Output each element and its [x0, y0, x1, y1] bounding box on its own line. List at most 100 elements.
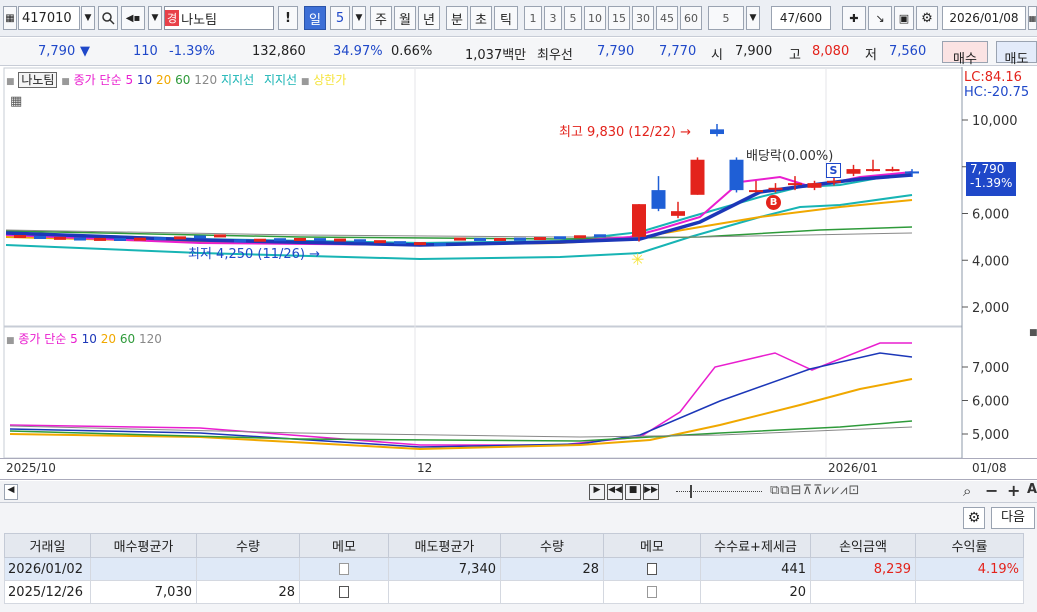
cell-buy-memo[interactable] — [299, 557, 389, 581]
period-5[interactable]: 5 — [564, 6, 582, 30]
cell-fee: 441 — [700, 557, 811, 581]
period-15[interactable]: 15 — [608, 6, 630, 30]
candle-body-small — [274, 238, 286, 242]
tab-tick[interactable]: 틱 — [494, 6, 518, 30]
cell-pnl: 8,239 — [810, 557, 916, 581]
candle-body-small — [34, 235, 46, 239]
period-select[interactable]: 5 — [708, 6, 744, 30]
sub-tick-label: 7,000 — [972, 361, 1009, 376]
table-toggle-icon[interactable]: ▦ — [10, 94, 22, 109]
code-dropdown-icon[interactable]: ▼ — [81, 6, 95, 30]
table-row[interactable]: 2026/01/02 7,340 28 441 8,239 4.19% — [4, 557, 1024, 581]
period-10[interactable]: 10 — [584, 6, 606, 30]
speed-slider[interactable] — [676, 491, 762, 492]
zoom-out-icon[interactable]: − — [985, 481, 998, 500]
save-icon[interactable]: ▣ — [894, 6, 914, 30]
table-settings-gear-icon[interactable]: ⚙ — [963, 507, 985, 529]
panel-close-icon[interactable]: ■ — [1029, 328, 1037, 338]
memo-icon[interactable] — [339, 563, 349, 575]
cell-sell-memo[interactable] — [603, 580, 701, 604]
candle-body — [866, 169, 880, 172]
sub-legend-ma-label: 종가 단순 — [18, 332, 67, 346]
date-input[interactable]: 2026/01/08 — [942, 6, 1026, 30]
current-price: 7,790 — [38, 44, 76, 59]
tab-weekly[interactable]: 주 — [370, 6, 392, 30]
scroll-left-icon[interactable]: ◀ — [4, 484, 18, 500]
daily-count[interactable]: 5 — [330, 6, 350, 30]
tab-yearly[interactable]: 년 — [418, 6, 440, 30]
candle-body — [846, 169, 861, 174]
sub-legend-ma5: 5 — [70, 332, 78, 346]
price-chart[interactable]: ✳ 10,0008,0006,0004,0002,0007,0006,0005,… — [0, 67, 1037, 462]
candle-count-input[interactable]: 47/600 — [771, 6, 831, 30]
crosshair-icon[interactable]: ✚ — [842, 6, 866, 30]
tab-monthly[interactable]: 월 — [394, 6, 416, 30]
candle-body-small — [134, 237, 146, 241]
zoom-in-icon[interactable]: + — [1007, 481, 1020, 500]
cell-buy-memo[interactable] — [299, 580, 389, 604]
period-45[interactable]: 45 — [656, 6, 678, 30]
search-icon[interactable] — [98, 6, 118, 30]
tab-daily[interactable]: 일 — [304, 6, 326, 30]
table-row[interactable]: 2025/12/26 7,030 28 20 — [4, 580, 1024, 604]
fast-forward-icon[interactable]: ▶▶ — [643, 484, 659, 500]
period-30[interactable]: 30 — [632, 6, 654, 30]
stock-code: 417010 — [22, 10, 72, 26]
legend-support-1: 지지선 — [220, 73, 255, 87]
candle-body-small — [314, 238, 326, 242]
col-buy-qty: 수량 — [196, 533, 300, 558]
calendar-icon[interactable]: ▦ — [1028, 6, 1037, 30]
rewind-icon[interactable]: ◀◀ — [607, 484, 623, 500]
memo-icon[interactable] — [339, 586, 349, 598]
sell-signal-icon[interactable]: S — [826, 163, 841, 178]
cell-sell-memo[interactable] — [603, 557, 701, 581]
candle-body — [827, 180, 841, 183]
daily-dropdown-icon[interactable]: ▼ — [352, 6, 366, 30]
cell-rate — [915, 580, 1024, 604]
drawing-tools[interactable]: ⧉⧉⊟⊼⊼⩗⩗⩘⊡ — [770, 483, 860, 498]
history-dropdown-icon[interactable]: ▼ — [148, 6, 162, 30]
cell-buy-qty: 28 — [196, 580, 300, 604]
sub-legend-ma10: 10 — [81, 332, 97, 346]
legend-support-2: 지지선 — [263, 73, 298, 87]
memo-icon[interactable] — [647, 586, 657, 598]
stock-code-input[interactable]: 417010 — [18, 6, 80, 30]
volume-ratio: 34.97% — [333, 44, 383, 59]
alert-button[interactable]: ! — [278, 6, 298, 30]
cell-sell-avg — [388, 580, 501, 604]
zoom-search-icon[interactable]: ⌕ — [963, 482, 971, 500]
memo-icon[interactable] — [647, 563, 657, 575]
trend-tool-icon[interactable]: ↘ — [868, 6, 892, 30]
open-price: 7,900 — [735, 44, 773, 59]
candle-body-small — [554, 236, 566, 240]
legend-stock-name[interactable]: 나노팀 — [18, 72, 58, 88]
candle-body-small — [414, 242, 426, 246]
last-price: 7,790 — [970, 162, 1005, 176]
auto-scale-icon[interactable]: A — [1027, 482, 1037, 497]
tab-second[interactable]: 초 — [470, 6, 492, 30]
star-marker-icon: ✳ — [631, 250, 644, 269]
buy-button[interactable]: 매수 — [942, 41, 988, 67]
prev-stock-icon[interactable]: ◀▪ — [121, 6, 145, 30]
speed-slider-handle[interactable] — [690, 485, 692, 498]
stop-icon[interactable]: ■ — [625, 484, 641, 500]
change-amount: 110 — [133, 44, 158, 59]
layout-icon[interactable]: ▦ — [3, 6, 17, 30]
stock-name-box[interactable]: 경 나노팀 — [164, 6, 274, 30]
legend-ma120: 120 — [194, 73, 218, 87]
period-dropdown-icon[interactable]: ▼ — [746, 6, 760, 30]
play-icon[interactable]: ▶ — [589, 484, 605, 500]
period-3[interactable]: 3 — [544, 6, 562, 30]
sell-button[interactable]: 매도 — [996, 41, 1037, 67]
period-60[interactable]: 60 — [680, 6, 702, 30]
next-button[interactable]: 다음 — [991, 507, 1035, 529]
candle-body — [729, 159, 744, 191]
period-1[interactable]: 1 — [524, 6, 542, 30]
gear-icon[interactable]: ⚙ — [916, 6, 938, 30]
tab-minute[interactable]: 분 — [446, 6, 468, 30]
buy-signal-icon[interactable]: B — [766, 195, 781, 210]
scrollbar-track[interactable] — [18, 489, 584, 495]
candle-body — [905, 171, 919, 174]
sub-legend-ma20: 20 — [100, 332, 117, 346]
x-label-jan: 2026/01 — [828, 461, 878, 475]
